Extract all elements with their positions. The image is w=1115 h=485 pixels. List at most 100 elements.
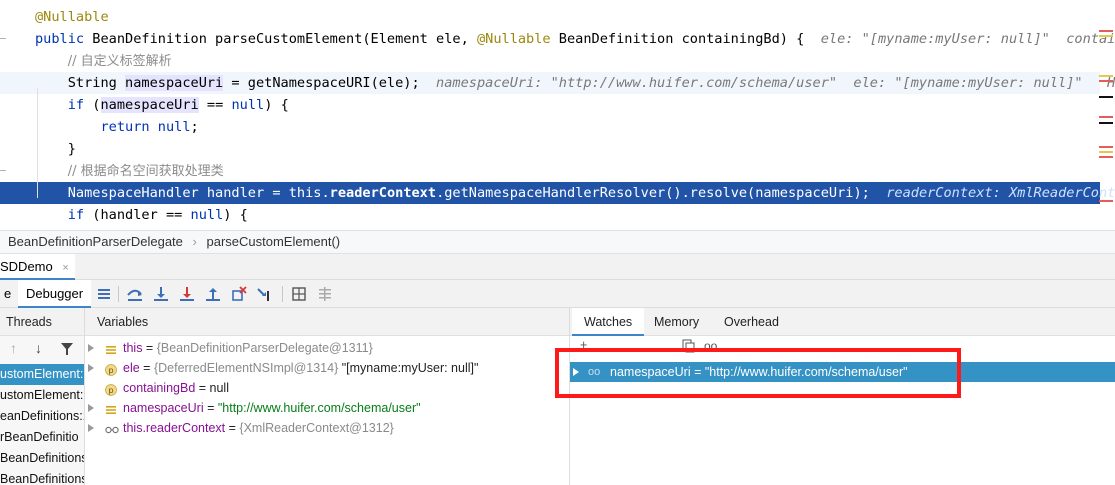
variable-name: this.readerContext	[123, 421, 226, 435]
arrow-down-icon[interactable]: ↓	[35, 340, 42, 356]
debugger-toolbar: e Debugger	[0, 280, 1115, 308]
frame-item[interactable]: eanDefinitions:19	[0, 406, 84, 427]
frame-item[interactable]: ustomElement:14	[0, 385, 84, 406]
gutter[interactable]	[0, 138, 10, 160]
run-to-cursor-icon[interactable]	[256, 285, 274, 303]
threads-header[interactable]: Threads	[0, 308, 84, 336]
parameter-icon: p	[105, 382, 117, 396]
watch-glasses-icon	[105, 422, 119, 434]
run-tab-sddemo[interactable]: SDDemo ×	[0, 254, 75, 280]
variable-row[interactable]: this = {BeanDefinitionParserDelegate@131…	[85, 338, 569, 358]
tab-watches[interactable]: Watches	[572, 308, 645, 336]
error-marker[interactable]	[1099, 30, 1113, 32]
fold-marker-icon[interactable]	[0, 170, 6, 171]
expand-arrow-icon[interactable]	[88, 364, 94, 372]
code-text: // 根据命名空间获取处理类	[35, 160, 224, 183]
inline-debug-value: readerContext: XmlReaderContext@	[886, 185, 1115, 201]
tab-overhead[interactable]: Overhead	[712, 308, 791, 336]
gutter[interactable]	[0, 50, 10, 72]
gutter[interactable]	[0, 72, 10, 94]
highlight-annotation-box	[555, 348, 961, 398]
warning-marker[interactable]	[1099, 35, 1113, 37]
variable-value: {DeferredElementNSImpl@1314}	[153, 361, 339, 375]
code-line[interactable]: // 根据命名空间获取处理类	[0, 160, 1100, 182]
breadcrumb-method[interactable]: parseCustomElement()	[206, 234, 340, 249]
code-line[interactable]: String namespaceUri = getNamespaceURI(el…	[0, 72, 1115, 94]
error-stripe[interactable]	[1099, 30, 1113, 220]
frame-item[interactable]: rBeanDefinitio	[0, 427, 84, 448]
drop-frame-icon[interactable]	[230, 285, 248, 303]
run-tab-label: SDDemo	[0, 259, 53, 274]
error-marker[interactable]	[1099, 116, 1113, 118]
gutter[interactable]	[0, 94, 10, 116]
code-line[interactable]: @Nullable	[0, 6, 1100, 28]
tab-memory[interactable]: Memory	[642, 308, 711, 336]
frame-item[interactable]: ustomElement:14	[0, 364, 84, 385]
gutter[interactable]	[0, 160, 10, 182]
layout-menu-icon[interactable]	[95, 285, 113, 303]
gutter[interactable]	[0, 182, 10, 204]
force-step-into-icon[interactable]	[178, 285, 196, 303]
filter-icon[interactable]	[60, 342, 74, 359]
tab-debugger[interactable]: Debugger	[18, 280, 92, 308]
field-icon	[105, 402, 117, 414]
evaluate-expression-icon[interactable]	[290, 285, 308, 303]
error-marker[interactable]	[1099, 200, 1113, 202]
close-icon[interactable]: ×	[62, 262, 68, 274]
code-line[interactable]: public BeanDefinition parseCustomElement…	[0, 28, 1115, 50]
fold-marker-icon[interactable]	[0, 38, 6, 39]
gutter[interactable]	[0, 204, 10, 226]
variable-row[interactable]: this.readerContext = {XmlReaderContext@1…	[85, 418, 569, 438]
trace-stream-icon[interactable]	[316, 285, 334, 303]
caret-marker[interactable]	[1099, 96, 1113, 98]
error-marker[interactable]	[1099, 146, 1113, 148]
caret-marker[interactable]	[1099, 122, 1113, 124]
variable-equals: =	[142, 341, 157, 355]
step-out-icon[interactable]	[204, 285, 222, 303]
error-marker[interactable]	[1099, 156, 1113, 158]
variable-equals: =	[195, 381, 210, 395]
warning-marker[interactable]	[1099, 75, 1113, 77]
code-token: ) {	[223, 207, 248, 223]
tab-console[interactable]: e	[0, 280, 15, 308]
variable-row[interactable]: p ele = {DeferredElementNSImpl@1314} "[my…	[85, 358, 569, 378]
error-marker[interactable]	[1099, 80, 1113, 82]
gutter[interactable]	[0, 116, 10, 138]
code-token: .getNamespaceHandlerResolver().resolve(n…	[436, 185, 887, 201]
frame-item[interactable]: BeanDefinitions	[0, 469, 84, 485]
variable-text: namespaceUri = "http://www.huifer.com/sc…	[123, 398, 421, 418]
step-over-icon[interactable]	[126, 285, 144, 303]
code-line[interactable]: NamespaceHandler handler = this.readerCo…	[0, 182, 1115, 204]
frame-item[interactable]: BeanDefinitions	[0, 448, 84, 469]
variable-row[interactable]: p containingBd = null	[85, 378, 569, 398]
warning-marker[interactable]	[1099, 151, 1113, 153]
code-editor[interactable]: @Nullable public BeanDefinition parseCust…	[0, 0, 1115, 230]
variable-row[interactable]: namespaceUri = "http://www.huifer.com/sc…	[85, 398, 569, 418]
code-line[interactable]: if (handler == null) {	[0, 204, 1100, 226]
code-line[interactable]: return null;	[0, 116, 1100, 138]
code-line[interactable]: }	[0, 138, 1100, 160]
inline-debug-value: namespaceUri: "http://www.huifer.com/sch…	[436, 75, 1115, 91]
code-token: readerContext	[329, 185, 437, 201]
expand-arrow-icon[interactable]	[88, 344, 94, 352]
code-token: .	[321, 185, 330, 201]
code-token: (handler ==	[84, 207, 191, 223]
variable-string-value: "[myname:myUser: null]"	[338, 361, 479, 375]
code-line[interactable]: if (namespaceUri == null) {	[0, 94, 1100, 116]
code-line[interactable]: // 自定义标签解析	[0, 50, 1100, 72]
variable-value: null	[209, 381, 229, 395]
expand-arrow-icon[interactable]	[88, 424, 94, 432]
gutter[interactable]	[0, 6, 10, 28]
step-into-icon[interactable]	[152, 285, 170, 303]
tab-console-label: e	[4, 286, 12, 301]
code-token: }	[35, 141, 76, 157]
gutter[interactable]	[0, 28, 10, 50]
breadcrumb-class[interactable]: BeanDefinitionParserDelegate	[8, 234, 183, 249]
expand-arrow-icon[interactable]	[88, 404, 94, 412]
code-text: // 自定义标签解析	[35, 50, 172, 73]
arrow-up-icon[interactable]: ↑	[10, 340, 17, 356]
variable-equals: =	[225, 421, 240, 435]
code-token: = getNamespaceURI(ele);	[223, 75, 437, 91]
